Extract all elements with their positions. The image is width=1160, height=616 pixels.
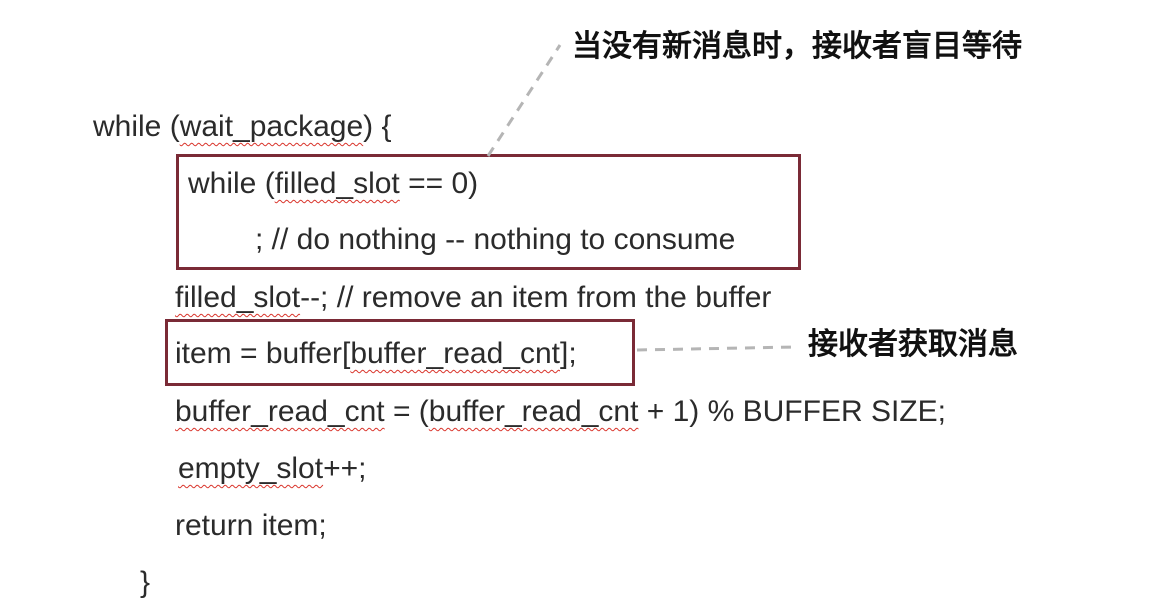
- leader-line-wait: [486, 44, 562, 157]
- leader-line-get: [636, 345, 796, 352]
- annotation-busy-wait: 当没有新消息时，接收者盲目等待: [572, 29, 1022, 64]
- annotation-leader-lines: [486, 44, 796, 352]
- annotation-get-message: 接收者获取消息: [808, 327, 1018, 362]
